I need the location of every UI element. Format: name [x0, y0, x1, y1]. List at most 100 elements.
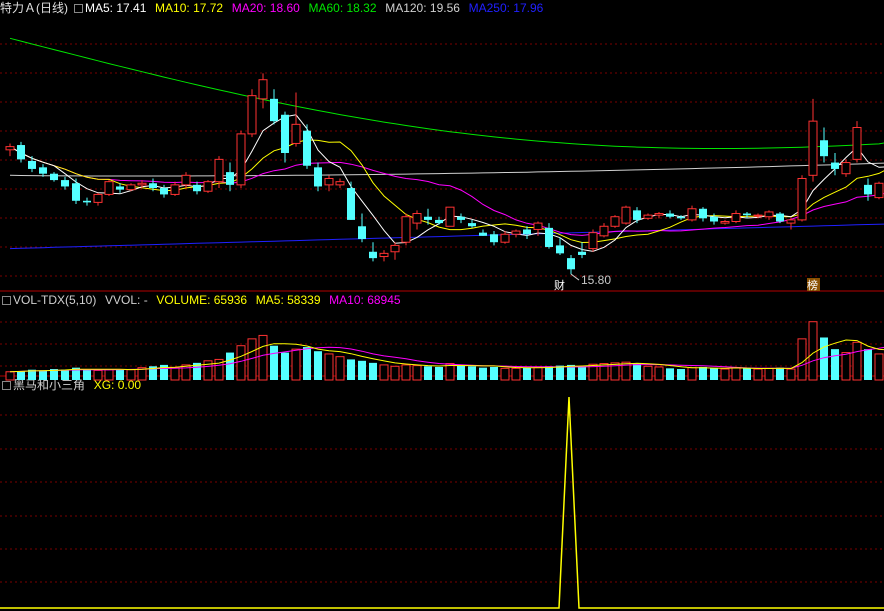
indicator-toggle-icon[interactable]	[2, 381, 11, 390]
candle-body-up	[291, 123, 301, 144]
candle-body-up	[236, 133, 246, 186]
candle-body-up	[170, 184, 180, 195]
candle-body-down	[820, 140, 828, 157]
volume-bar-down	[666, 368, 674, 380]
candle-body-up	[412, 213, 422, 224]
volume-bar-up	[753, 368, 763, 381]
stock-title: 特力Ａ(日线)	[0, 1, 68, 15]
candle-body-down	[226, 172, 234, 185]
candle-body-down	[72, 183, 80, 201]
candle-body-up	[401, 216, 411, 243]
volume-bar-down	[710, 368, 718, 380]
candle-body-down	[743, 213, 751, 216]
volume-bar-up	[412, 365, 422, 381]
vol-ma10-label: MA10: 68945	[329, 293, 401, 307]
volume-bar-up	[379, 364, 389, 381]
candle-body-down	[281, 114, 289, 153]
volume-bar-up	[621, 361, 631, 381]
candle-body-down	[567, 258, 575, 270]
volume-bar-up	[258, 334, 268, 381]
volume-bar-down	[633, 363, 641, 380]
candle-body-down	[347, 188, 355, 220]
volume-toggle-icon[interactable]	[2, 296, 11, 305]
volume-bars	[5, 321, 884, 381]
candle-body-up	[764, 211, 774, 218]
candle-body-up	[797, 177, 807, 221]
candle-body-up	[104, 181, 114, 195]
candle-body-up	[621, 206, 631, 224]
volume-bar-up	[599, 363, 609, 381]
ranking-marker-bg	[807, 278, 820, 291]
volume-bar-up	[610, 362, 620, 381]
volume-bar-down	[523, 367, 531, 380]
ma20-line	[9, 146, 884, 236]
ma10-line	[9, 139, 884, 244]
panel-toggle-icon[interactable]	[74, 4, 83, 13]
volume-bar-up	[445, 363, 455, 381]
candle-body-up	[445, 206, 455, 227]
vol-ma5-label: MA5: 58339	[255, 293, 321, 307]
volume-bar-up	[643, 365, 653, 381]
volume-ma5-line	[9, 339, 884, 373]
candle-body-down	[490, 234, 498, 243]
volume-bar-up	[852, 341, 862, 381]
candle-body-down	[578, 251, 586, 255]
candle-body-up	[808, 120, 818, 176]
candle-body-up	[753, 214, 763, 217]
volume-bar-up	[335, 356, 345, 381]
volume-bar-down	[457, 364, 465, 380]
volume-bar-up	[390, 365, 400, 381]
vol-title: VOL-TDX(5,10)	[13, 293, 97, 307]
ma5-line	[9, 114, 884, 252]
candle-body-up	[247, 95, 257, 135]
candle-body-down	[270, 98, 278, 122]
main-legend: 特力Ａ(日线) MA5: 17.41 MA10: 17.72 MA20: 18.6…	[0, 0, 545, 16]
candle-body-up	[786, 219, 796, 224]
candle-body-up	[511, 230, 521, 235]
candle-body-down	[666, 213, 674, 217]
indicator-title: 黑马和小三角	[13, 378, 86, 392]
candle-body-down	[468, 223, 476, 227]
low-label: 15.80	[581, 273, 611, 287]
ma20-label: MA20: 18.60	[231, 1, 300, 15]
volume-bar-down	[468, 366, 476, 380]
volume-bar-up	[764, 367, 774, 381]
volume-bar-up	[654, 366, 664, 381]
volume-bar-up	[511, 367, 521, 381]
candle-body-up	[500, 233, 510, 243]
volume-label: VOLUME: 65936	[156, 293, 248, 307]
candle-body-down	[50, 173, 58, 181]
volume-ma10-line	[9, 346, 884, 373]
candle-body-down	[303, 130, 311, 166]
xg-line	[0, 396, 884, 609]
candle-body-up	[610, 216, 620, 227]
candle-body-down	[545, 227, 553, 247]
candle-body-down	[61, 180, 69, 187]
candle-body-down	[369, 251, 377, 259]
volume-bar-down	[545, 366, 553, 380]
volume-bar-up	[500, 367, 510, 381]
ma120-line	[9, 162, 884, 177]
candle-body-down	[776, 213, 784, 222]
volume-bar-up	[291, 348, 301, 381]
annotations: 22.9415.80财榜	[554, 273, 820, 292]
volume-bar-down	[776, 367, 784, 380]
volume-bar-up	[687, 367, 697, 381]
candle-body-down	[633, 210, 641, 220]
volume-bar-up	[786, 368, 796, 381]
candle-body-up	[203, 181, 213, 192]
volume-bar-up	[874, 353, 884, 381]
candle-body-up	[852, 127, 862, 160]
volume-bar-up	[588, 363, 598, 381]
ma10-label: MA10: 17.72	[155, 1, 224, 15]
ranking-marker: 榜	[807, 278, 818, 292]
candle-body-up	[599, 225, 609, 237]
volume-bar-up	[797, 338, 807, 381]
volume-bar-down	[677, 369, 685, 380]
volume-ma-lines	[9, 339, 884, 373]
volume-bar-up	[731, 367, 741, 381]
candle-body-up	[687, 208, 697, 221]
volume-bar-down	[424, 366, 432, 380]
ma60-label: MA60: 18.32	[308, 1, 377, 15]
candle-body-up	[390, 244, 400, 253]
